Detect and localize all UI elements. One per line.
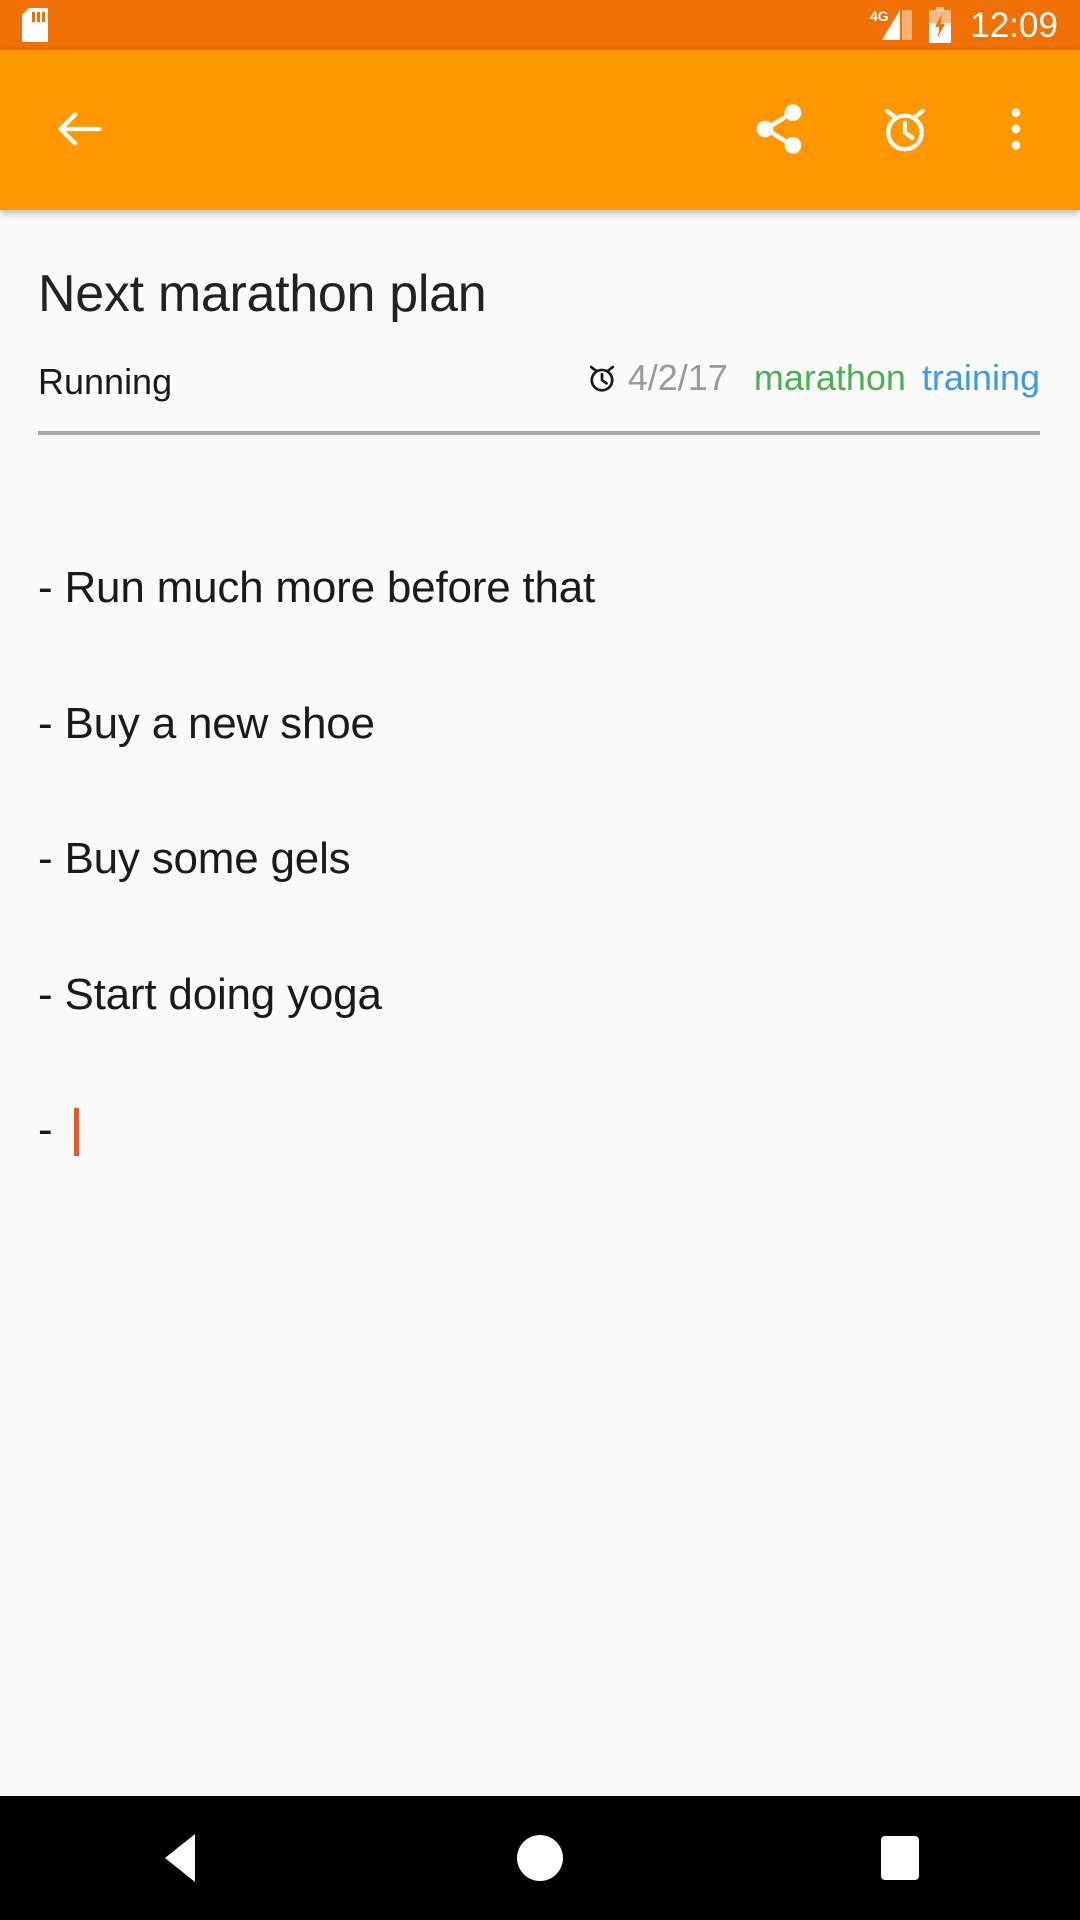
more-vertical-icon xyxy=(1001,101,1031,160)
app-bar xyxy=(0,50,1080,210)
note-tag-marathon[interactable]: marathon xyxy=(754,357,906,398)
overflow-menu-button[interactable] xyxy=(998,97,1034,163)
phone-screen: 4G 12:09 Next marathon plan Running 4/2/… xyxy=(0,0,1080,1920)
nav-back-triangle-icon xyxy=(165,1834,195,1882)
note-category-label[interactable]: Running xyxy=(38,361,172,402)
note-line[interactable]: - Start doing yoga xyxy=(38,971,1040,1016)
nav-home-button[interactable] xyxy=(465,1796,615,1920)
share-button[interactable] xyxy=(746,97,812,163)
sd-card-icon xyxy=(22,8,48,42)
status-bar: 4G 12:09 xyxy=(0,0,1080,50)
status-bar-left-icons xyxy=(22,8,48,42)
nav-recents-button[interactable] xyxy=(825,1796,975,1920)
note-text-editor[interactable]: - Run much more before that - Buy a new … xyxy=(38,475,1040,1243)
status-bar-right-icons: 4G 12:09 xyxy=(870,7,1058,43)
share-icon xyxy=(751,101,807,160)
signal-bars-icon: 4G xyxy=(870,8,914,42)
nav-home-circle-icon xyxy=(517,1835,563,1881)
note-line-active[interactable]: - xyxy=(38,1104,1040,1156)
note-line-text: - xyxy=(38,1104,65,1154)
svg-text:4G: 4G xyxy=(870,8,889,24)
app-bar-actions xyxy=(746,97,1034,163)
note-metadata-row: Running 4/2/17 marathon training xyxy=(38,357,1040,403)
nav-recents-square-icon xyxy=(881,1836,919,1880)
reminder-alarm-button[interactable] xyxy=(872,97,938,163)
back-button[interactable] xyxy=(44,94,116,166)
text-cursor xyxy=(74,1107,80,1156)
alarm-clock-icon xyxy=(877,101,933,160)
nav-back-button[interactable] xyxy=(105,1796,255,1920)
arrow-back-icon xyxy=(51,100,109,161)
note-reminder-and-tags: 4/2/17 marathon training xyxy=(585,357,1040,398)
note-line[interactable]: - Run much more before that xyxy=(38,565,1040,610)
alarm-clock-icon xyxy=(585,360,628,394)
note-content-area[interactable]: Next marathon plan Running 4/2/17 marath… xyxy=(0,210,1080,1796)
note-reminder-date[interactable]: 4/2/17 xyxy=(628,357,728,398)
battery-charging-icon xyxy=(928,7,952,43)
note-title[interactable]: Next marathon plan xyxy=(38,265,1040,325)
metadata-divider xyxy=(38,430,1040,435)
note-line[interactable]: - Buy a new shoe xyxy=(38,701,1040,746)
android-navigation-bar xyxy=(0,1796,1080,1920)
note-line[interactable]: - Buy some gels xyxy=(38,836,1040,881)
status-bar-clock: 12:09 xyxy=(970,5,1058,45)
note-tag-training[interactable]: training xyxy=(922,357,1040,398)
